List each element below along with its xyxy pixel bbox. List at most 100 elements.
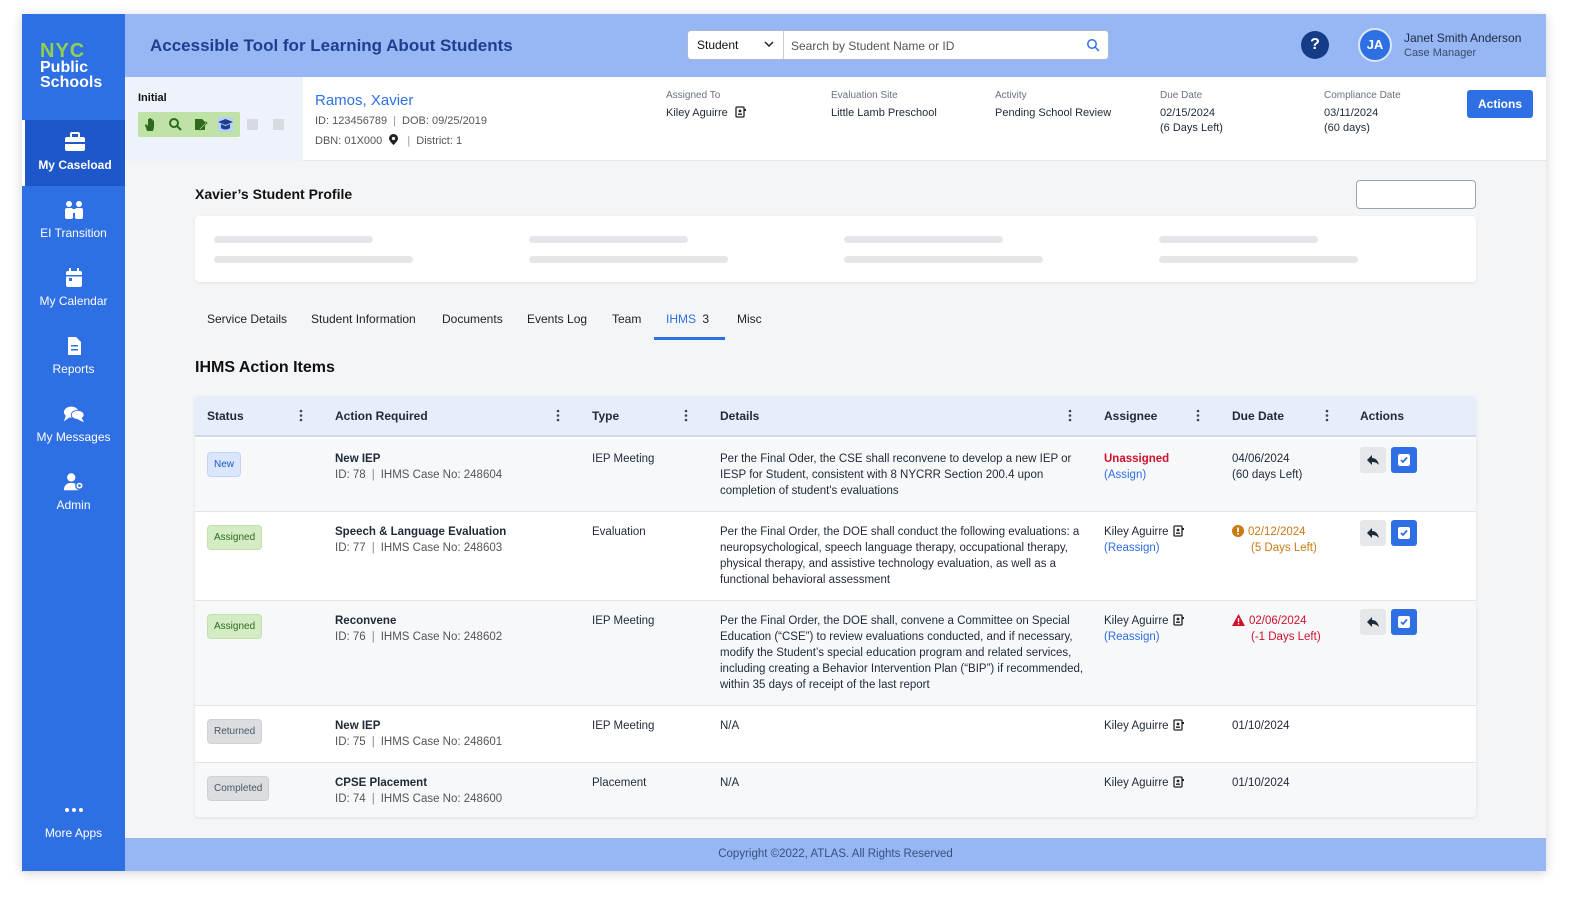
assignee-value: Kiley Aguirre	[1104, 526, 1169, 538]
hand-icon[interactable]	[143, 117, 158, 132]
compliance-date-field: Compliance Date 03/11/2024 (60 days)	[1324, 90, 1401, 136]
complete-button[interactable]	[1391, 609, 1417, 635]
stage-step-pending	[273, 119, 284, 130]
student-id-dob: ID: 123456789 | DOB: 09/25/2019	[315, 115, 488, 127]
active-tab-indicator	[654, 337, 725, 340]
actions-button[interactable]: Actions	[1467, 90, 1533, 118]
user-name: Janet Smith Anderson	[1404, 31, 1522, 45]
column-menu-icon[interactable]	[1068, 409, 1072, 422]
activity-label: Activity	[995, 90, 1027, 101]
top-header: Accessible Tool for Learning About Stude…	[125, 14, 1546, 77]
assigned-to-field: Assigned To Kiley Aguirre	[666, 90, 746, 121]
item-type: IEP Meeting	[592, 453, 655, 465]
tab-documents[interactable]: Documents	[442, 312, 503, 326]
item-id: ID: 77	[335, 542, 366, 554]
tab-events-log[interactable]: Events Log	[527, 312, 587, 326]
complete-button[interactable]	[1391, 520, 1417, 546]
search-input[interactable]: Search by Student Name or ID	[791, 39, 954, 53]
nyc-public-schools-logo[interactable]: NYC Public Schools	[40, 41, 110, 91]
evaluation-site-label: Evaluation Site	[831, 90, 898, 101]
sidebar-item-reports[interactable]: Reports	[22, 324, 125, 390]
sidebar-item-label: My Caseload	[38, 158, 112, 172]
alert-circle-icon	[1232, 525, 1244, 537]
graduation-cap-icon[interactable]	[218, 117, 233, 132]
column-header-assignee[interactable]: Assignee	[1104, 409, 1157, 423]
contact-card-icon[interactable]	[1172, 525, 1184, 537]
contact-card-icon[interactable]	[735, 106, 746, 118]
table-row[interactable]: Completed CPSE Placement ID: 74 | IHMS Cas…	[195, 763, 1476, 817]
column-header-action-required[interactable]: Action Required	[335, 409, 428, 423]
column-header-status[interactable]: Status	[207, 409, 244, 423]
due-date-note: (5 Days Left)	[1251, 542, 1317, 554]
assignee-name: Kiley Aguirre	[1104, 524, 1184, 540]
loading-placeholder	[529, 236, 688, 243]
student-name-link[interactable]: Ramos, Xavier	[315, 92, 413, 109]
contact-card-icon[interactable]	[1172, 776, 1184, 788]
due-date-label: Due Date	[1160, 90, 1203, 101]
column-header-type[interactable]: Type	[592, 409, 619, 423]
reply-arrow-icon	[1367, 455, 1379, 465]
column-menu-icon[interactable]	[684, 409, 688, 422]
sidebar-item-my-caseload[interactable]: My Caseload	[22, 120, 125, 186]
table-row[interactable]: Returned New IEP ID: 75 | IHMS Case No: 24…	[195, 706, 1476, 763]
tab-misc[interactable]: Misc	[737, 312, 762, 326]
complete-button[interactable]	[1391, 447, 1417, 473]
sidebar: NYC Public Schools My Caseload EI Transi…	[22, 14, 125, 871]
user-gear-icon	[63, 473, 84, 491]
due-date-warning: 02/12/2024	[1232, 524, 1306, 540]
checkbox-icon	[1398, 616, 1410, 628]
column-header-actions: Actions	[1360, 409, 1405, 423]
document-edit-icon[interactable]	[193, 117, 208, 132]
checkbox-icon	[1398, 454, 1410, 466]
student-profile-title: Xavier’s Student Profile	[195, 186, 353, 202]
sidebar-item-label: More Apps	[44, 826, 103, 840]
tab-team[interactable]: Team	[612, 312, 641, 326]
assign-link[interactable]: (Assign)	[1104, 467, 1146, 483]
sidebar-item-my-calendar[interactable]: My Calendar	[22, 256, 125, 322]
tab-ihms[interactable]: IHMS 3	[666, 312, 709, 326]
reply-arrow-icon	[1367, 528, 1379, 538]
return-button[interactable]	[1360, 520, 1386, 546]
column-menu-icon[interactable]	[1196, 409, 1200, 422]
help-button[interactable]: ?	[1301, 31, 1329, 59]
document-icon	[67, 337, 81, 355]
tab-student-information[interactable]: Student Information	[311, 312, 416, 326]
case-number: IHMS Case No: 248601	[380, 736, 503, 748]
status-badge: New	[207, 452, 242, 477]
contact-card-icon[interactable]	[1172, 719, 1184, 731]
return-button[interactable]	[1360, 447, 1386, 473]
location-pin-icon[interactable]	[389, 134, 399, 145]
search-icon[interactable]	[1086, 38, 1100, 52]
logo-public-text: Public	[40, 59, 89, 76]
column-header-details[interactable]: Details	[720, 409, 759, 423]
item-id: ID: 74	[335, 793, 366, 805]
avatar[interactable]: JA	[1358, 28, 1392, 62]
search-scope-select[interactable]: Student	[688, 31, 784, 59]
sidebar-item-my-messages[interactable]: My Messages	[22, 392, 125, 458]
assignee-value: Kiley Aguirre	[1104, 777, 1169, 789]
profile-filter-input[interactable]	[1356, 180, 1476, 209]
return-button[interactable]	[1360, 609, 1386, 635]
table-row[interactable]: New New IEP ID: 78 | IHMS Case No: 248604 …	[195, 439, 1476, 512]
column-menu-icon[interactable]	[1325, 409, 1329, 422]
sidebar-item-more-apps[interactable]: More Apps	[22, 794, 125, 860]
reassign-link[interactable]: (Reassign)	[1104, 629, 1160, 645]
item-details: Per the Final Order, the DOE shall condu…	[720, 526, 1080, 586]
sidebar-item-admin[interactable]: Admin	[22, 460, 125, 526]
column-menu-icon[interactable]	[299, 409, 303, 422]
column-header-due-date[interactable]: Due Date	[1232, 409, 1284, 423]
action-required-meta: ID: 78 | IHMS Case No: 248604	[335, 469, 503, 481]
item-details: N/A	[720, 720, 740, 732]
sidebar-item-ei-transition[interactable]: EI Transition	[22, 188, 125, 254]
reassign-link[interactable]: (Reassign)	[1104, 540, 1160, 556]
magnify-icon[interactable]	[168, 117, 183, 132]
stage-label: Initial	[138, 92, 167, 104]
activity-value: Pending School Review	[995, 107, 1112, 119]
table-row[interactable]: Assigned Reconvene ID: 76 | IHMS Case No: …	[195, 601, 1476, 706]
tab-service-details[interactable]: Service Details	[207, 312, 287, 326]
contact-card-icon[interactable]	[1172, 614, 1184, 626]
chevron-down-icon	[764, 41, 774, 48]
column-menu-icon[interactable]	[556, 409, 560, 422]
table-row[interactable]: Assigned Speech & Language Evaluation ID…	[195, 512, 1476, 601]
student-dbn: DBN: 01X000	[315, 135, 383, 147]
